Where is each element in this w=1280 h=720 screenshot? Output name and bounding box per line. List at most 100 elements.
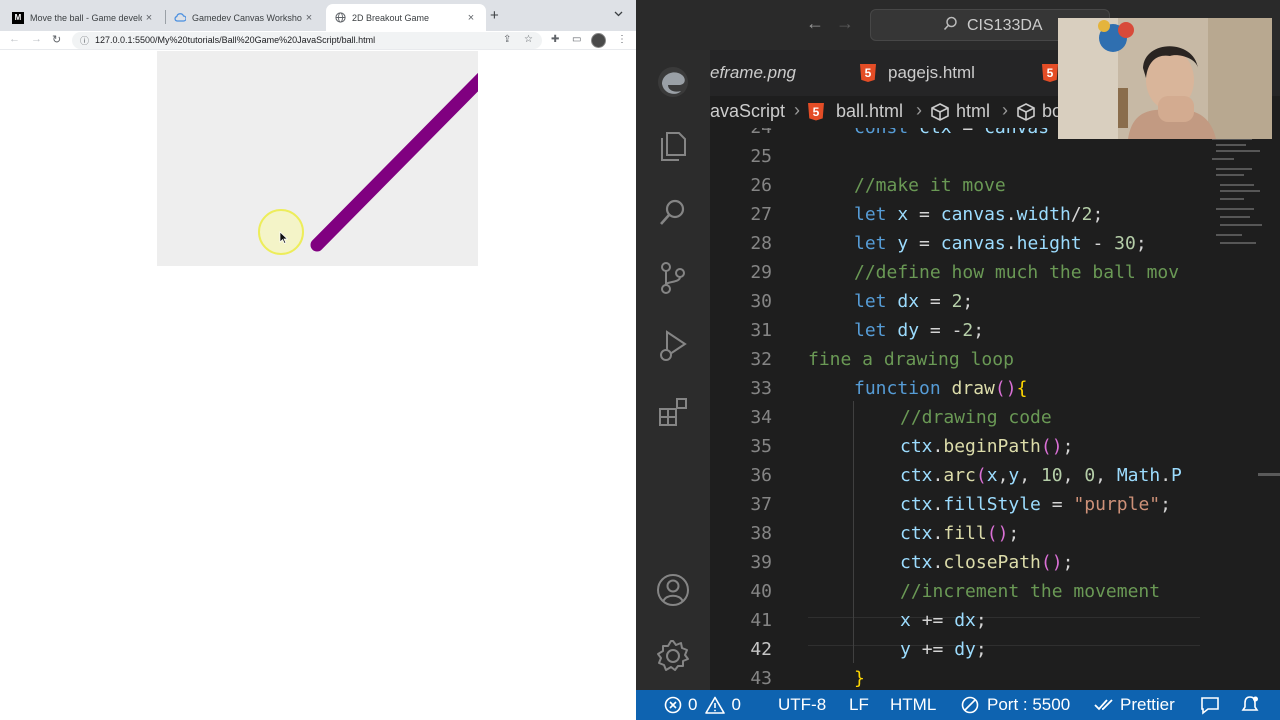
code-line[interactable]: 39 ctx.closePath(); [710,548,1200,577]
profile-avatar[interactable] [591,33,606,48]
code-text: fine a drawing loop [808,349,1014,370]
browser-tab-title: Move the ball - Game develop [30,12,142,23]
browser-toolbar: ← → ↻ ⓘ 127.0.0.1:5500/My%20tutorials/Ba… [0,31,636,50]
browser-tab-mdn[interactable]: M Move the ball - Game develop × [4,4,164,31]
browser-tab-title: Gamedev Canvas Workshop - [192,12,302,23]
code-line[interactable]: 40 //increment the movement [710,577,1200,606]
reload-icon[interactable]: ↻ [52,33,61,46]
code-line[interactable]: 35 ctx.beginPath(); [710,432,1200,461]
code-editor[interactable]: 24 const ctx = canvas 25 26 //make it move 27… [710,128,1280,690]
code-text: const ctx = canvas [854,128,1049,142]
code-line[interactable]: 42 y += dy; [710,635,1200,664]
run-debug-icon[interactable] [636,320,710,372]
line-number: 38 [750,523,772,544]
explorer-files-icon[interactable] [636,120,710,172]
tab-label: pagejs.html [888,63,975,82]
code-line[interactable]: 31 let dy = -2; [710,316,1200,345]
edge-logo-icon[interactable] [636,56,710,108]
code-line[interactable]: 25 [710,142,1200,171]
encoding-status[interactable]: UTF-8 [778,695,826,715]
code-line[interactable]: 27 let x = canvas.width/2; [710,200,1200,229]
line-number: 36 [750,465,772,486]
line-number: 34 [750,407,772,428]
address-url[interactable]: 127.0.0.1:5500/My%20tutorials/Ball%20Gam… [95,35,375,45]
tab-eframe-png[interactable]: eframe.png [710,50,796,96]
prettier-status[interactable]: Prettier [1094,695,1175,715]
code-text: ctx.beginPath(); [900,436,1074,457]
feedback-icon[interactable] [1200,695,1220,715]
account-icon[interactable] [636,564,710,616]
browser-tab-breakout[interactable]: 2D Breakout Game × [326,4,486,31]
code-line[interactable]: 38 ctx.fill(); [710,519,1200,548]
live-server-status[interactable]: Port : 5500 [961,695,1070,715]
code-text: ctx.fill(); [900,523,1020,544]
code-line[interactable]: 29 //define how much the ball mov [710,258,1200,287]
code-line[interactable]: 43} [710,664,1200,690]
close-icon[interactable]: × [142,12,156,24]
code-text: x += dx; [900,610,987,631]
extensions-icon[interactable] [636,386,710,438]
mouse-pointer-icon [279,231,289,247]
error-icon [664,696,682,714]
tab-pagejs-html[interactable]: 5 pagejs.html [860,50,975,96]
code-line[interactable]: 41 x += dx; [710,606,1200,635]
ball-trail [310,72,478,252]
eol-status[interactable]: LF [849,695,869,715]
language-mode-status[interactable]: HTML [890,695,936,715]
close-icon[interactable]: × [464,12,478,24]
code-line[interactable]: 32 fine a drawing loop [710,345,1200,374]
problems-indicator[interactable]: 0 0 [664,695,741,715]
new-tab-button[interactable]: + [490,7,499,24]
code-text: //increment the movement [900,581,1161,602]
game-canvas[interactable] [157,51,478,266]
code-line[interactable]: 28 let y = canvas.height - 30; [710,229,1200,258]
code-text: } [854,668,865,689]
source-control-icon[interactable] [636,252,710,304]
bookmark-star-icon[interactable]: ☆ [524,34,533,45]
settings-gear-icon[interactable] [636,630,710,682]
scrollbar-thumb[interactable] [1258,473,1280,476]
line-number: 37 [750,494,772,515]
forward-arrow-icon[interactable]: → [31,33,42,45]
info-icon[interactable]: ⓘ [80,34,89,47]
workspace-name: CIS133DA [967,17,1043,34]
mdn-icon: M [12,11,24,24]
menu-kebab-icon[interactable]: ⋮ [617,34,627,45]
warning-count: 0 [731,695,741,714]
browser-tab-workshop[interactable]: Gamedev Canvas Workshop - × [166,4,324,31]
line-number: 43 [750,668,772,689]
chevron-right-icon: › [916,100,922,120]
code-text: //drawing code [900,407,1052,428]
minimap[interactable] [1202,128,1272,278]
browser-tabstrip: M Move the ball - Game develop × Gamedev… [0,0,636,31]
search-icon [943,16,958,35]
breadcrumb-folder[interactable]: avaScript [710,101,785,122]
code-line[interactable]: 37 ctx.fillStyle = "purple"; [710,490,1200,519]
extensions-icon[interactable]: ✚ [551,34,559,45]
address-bar[interactable]: ⓘ 127.0.0.1:5500/My%20tutorials/Ball%20G… [72,32,542,49]
code-line[interactable]: 36 ctx.arc(x,y, 10, 0, Math.P [710,461,1200,490]
breadcrumb-file-label: ball.html [836,101,904,121]
port-label: Port : 5500 [987,695,1071,714]
code-text: let x = canvas.width/2; [854,204,1104,225]
back-arrow-icon[interactable]: ← [806,13,824,34]
breadcrumb-html-label: html [956,101,991,121]
tab-search-icon[interactable] [614,9,623,19]
breadcrumb-file[interactable]: 5 ball.html [808,101,903,122]
code-line[interactable]: 26 //make it move [710,171,1200,200]
notifications-bell-icon[interactable] [1240,695,1260,715]
forward-arrow-icon[interactable]: → [836,13,854,34]
share-icon[interactable]: ⇪ [503,34,511,45]
search-icon[interactable] [636,186,710,238]
breadcrumb-body[interactable]: bo [1016,101,1062,122]
side-panel-icon[interactable]: ▭ [572,34,581,45]
breadcrumb-html[interactable]: html [930,101,990,122]
code-text: ctx.closePath(); [900,552,1074,573]
close-icon[interactable]: × [302,12,316,24]
presenter-video-image [1058,18,1272,139]
code-line[interactable]: 30 let dx = 2; [710,287,1200,316]
code-line[interactable]: 33 function draw(){ [710,374,1200,403]
back-arrow-icon[interactable]: ← [9,33,20,45]
line-number: 35 [750,436,772,457]
code-line[interactable]: 34 //drawing code [710,403,1200,432]
